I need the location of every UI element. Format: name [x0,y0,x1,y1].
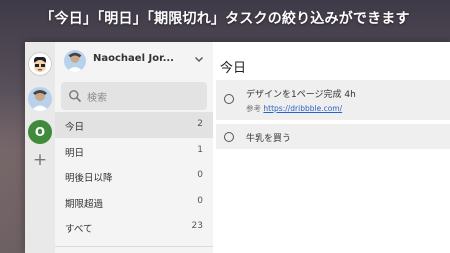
account-switcher-bar: O + [25,42,56,253]
search-icon [69,90,82,103]
sidebar-item-overdue[interactable]: 期限超過 0 [55,189,213,215]
app-window: O + Naochael Jor... 検索 今日 2 明日 1 明後日以降 0… [25,42,450,253]
search-placeholder: 検索 [87,93,107,104]
sidebar-header[interactable]: Naochael Jor... [55,42,213,78]
sidebar-item-later[interactable]: 明後日以降 0 [55,163,213,189]
task-checkbox[interactable] [224,94,234,104]
sidebar-divider [55,246,213,247]
task-item[interactable]: デザインを1ページ完成 4h 参考 https://dribbble.com/ [216,80,450,120]
sidebar-item-count: 0 [197,195,203,206]
sidebar-item-label: 期限超過 [65,198,104,210]
cartoon-face-icon [34,57,46,72]
sidebar-item-count: 1 [197,144,203,155]
sidebar: Naochael Jor... 検索 今日 2 明日 1 明後日以降 0 期限超… [55,42,214,253]
sidebar-item-count: 23 [191,221,203,231]
account-avatar-1[interactable] [28,52,52,76]
task-list: デザインを1ページ完成 4h 参考 https://dribbble.com/ … [216,80,450,153]
task-note: 参考 https://dribbble.com/ [246,103,342,114]
sidebar-item-today[interactable]: 今日 2 [55,112,213,138]
task-note-label: 参考 [246,104,261,113]
account-avatar-2[interactable] [28,87,52,111]
chevron-down-icon[interactable] [193,53,205,65]
account-avatar-3[interactable]: O [28,120,52,144]
add-account-button[interactable]: + [25,150,55,170]
task-note-link[interactable]: https://dribbble.com/ [263,104,342,113]
task-title: 牛乳を買う [246,134,292,144]
sidebar-item-label: 明日 [65,147,85,159]
sidebar-item-label: すべて [65,224,93,235]
sidebar-item-tomorrow[interactable]: 明日 1 [55,138,213,164]
sidebar-item-label: 明後日以降 [65,173,113,184]
user-name: Naochael Jor... [93,53,174,64]
user-avatar [64,50,86,72]
page-title: 今日 [220,61,247,76]
profile-photo-icon [31,90,49,111]
sidebar-item-count: 2 [197,119,203,129]
promo-caption: 「今日」「明日」「期限切れ」タスクの絞り込みができます [40,11,410,27]
task-checkbox[interactable] [224,132,234,142]
sidebar-item-label: 今日 [65,122,85,133]
search-input[interactable]: 検索 [61,82,207,110]
task-item[interactable]: 牛乳を買う [216,124,450,149]
task-title: デザインを1ページ完成 4h [246,90,356,100]
sidebar-item-count: 0 [197,170,203,180]
main-panel: 今日 デザインを1ページ完成 4h 参考 https://dribbble.co… [213,42,450,253]
sidebar-item-all[interactable]: すべて 23 [55,214,213,240]
profile-photo-icon [66,52,84,72]
filter-nav: 今日 2 明日 1 明後日以降 0 期限超過 0 すべて 23 [55,112,213,240]
